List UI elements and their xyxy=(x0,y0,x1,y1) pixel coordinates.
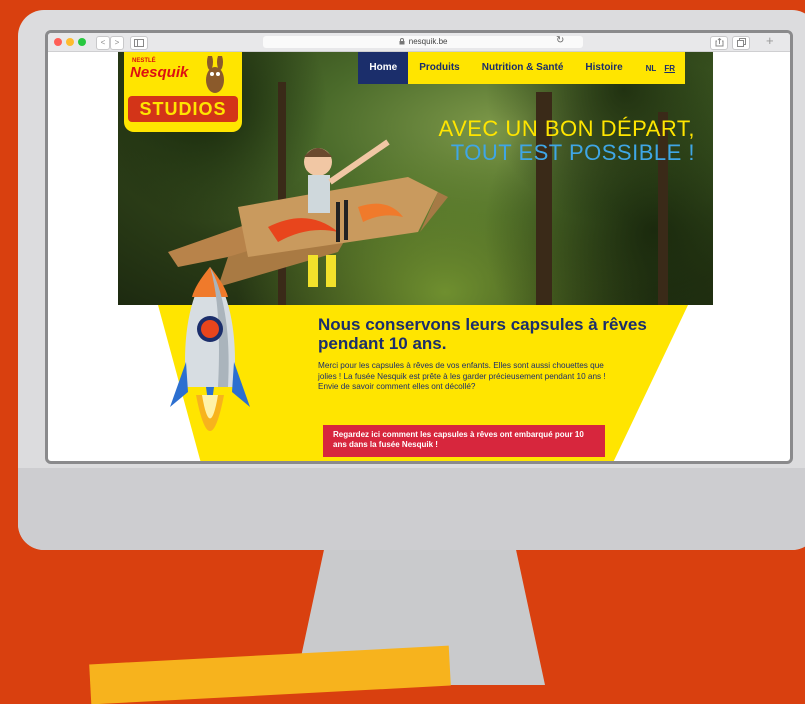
share-icon xyxy=(715,37,723,47)
capsules-video-link[interactable]: Regardez ici comment les capsules à rêve… xyxy=(323,425,605,457)
browser-toolbar: < > nesquik.be ↻ + xyxy=(48,33,790,52)
back-button[interactable]: < xyxy=(96,36,110,50)
sidebar-icon xyxy=(134,39,144,47)
nav-nutrition-sante[interactable]: Nutrition & Santé xyxy=(471,52,575,84)
website: NESTLÉ Nesquik STUDIOS Home Produits Nut… xyxy=(118,52,713,461)
cardboard-plane-child-image xyxy=(168,139,448,287)
address-bar[interactable]: nesquik.be xyxy=(263,36,583,48)
url-text: nesquik.be xyxy=(408,37,448,46)
tabs-button[interactable] xyxy=(732,36,750,50)
studios-wordmark: STUDIOS xyxy=(128,96,238,122)
new-tab-button[interactable]: + xyxy=(766,33,774,48)
hero-headline-line1: AVEC UN BON DÉPART, xyxy=(438,116,695,141)
lock-icon xyxy=(399,38,405,45)
tabs-icon xyxy=(736,38,746,47)
close-window-button[interactable] xyxy=(54,38,62,46)
reload-icon[interactable]: ↻ xyxy=(556,35,564,46)
capsules-section: Nous conservons leurs capsules à rêves p… xyxy=(118,267,713,461)
maximize-window-button[interactable] xyxy=(78,38,86,46)
language-fr[interactable]: FR xyxy=(660,64,679,73)
nesquik-studios-logo[interactable]: NESTLÉ Nesquik STUDIOS xyxy=(124,52,242,132)
nesquik-wordmark: Nesquik xyxy=(130,64,189,81)
browser-window: < > nesquik.be ↻ + NESTLÉ Nesquik STUDIO… xyxy=(45,30,793,464)
hero-headline-line2: TOUT EST POSSIBLE ! xyxy=(450,140,695,165)
monitor-frame: < > nesquik.be ↻ + NESTLÉ Nesquik STUDIO… xyxy=(18,10,805,550)
forward-button[interactable]: > xyxy=(110,36,124,50)
quicky-bunny-icon xyxy=(206,56,224,93)
section-title: Nous conservons leurs capsules à rêves p… xyxy=(318,315,647,353)
language-nl[interactable]: NL xyxy=(642,64,661,73)
nav-produits[interactable]: Produits xyxy=(408,52,471,84)
nav-histoire[interactable]: Histoire xyxy=(574,52,633,84)
sidebar-toggle-button[interactable] xyxy=(130,36,148,50)
decorative-strip xyxy=(89,645,451,704)
share-button[interactable] xyxy=(710,36,728,50)
section-body: Merci pour les capsules à rêves de vos e… xyxy=(318,361,606,391)
minimize-window-button[interactable] xyxy=(66,38,74,46)
main-navigation: Home Produits Nutrition & Santé Histoire… xyxy=(358,52,685,84)
monitor-chin xyxy=(18,468,805,550)
nesquik-rocket-image xyxy=(170,267,250,431)
nav-home[interactable]: Home xyxy=(358,52,409,84)
